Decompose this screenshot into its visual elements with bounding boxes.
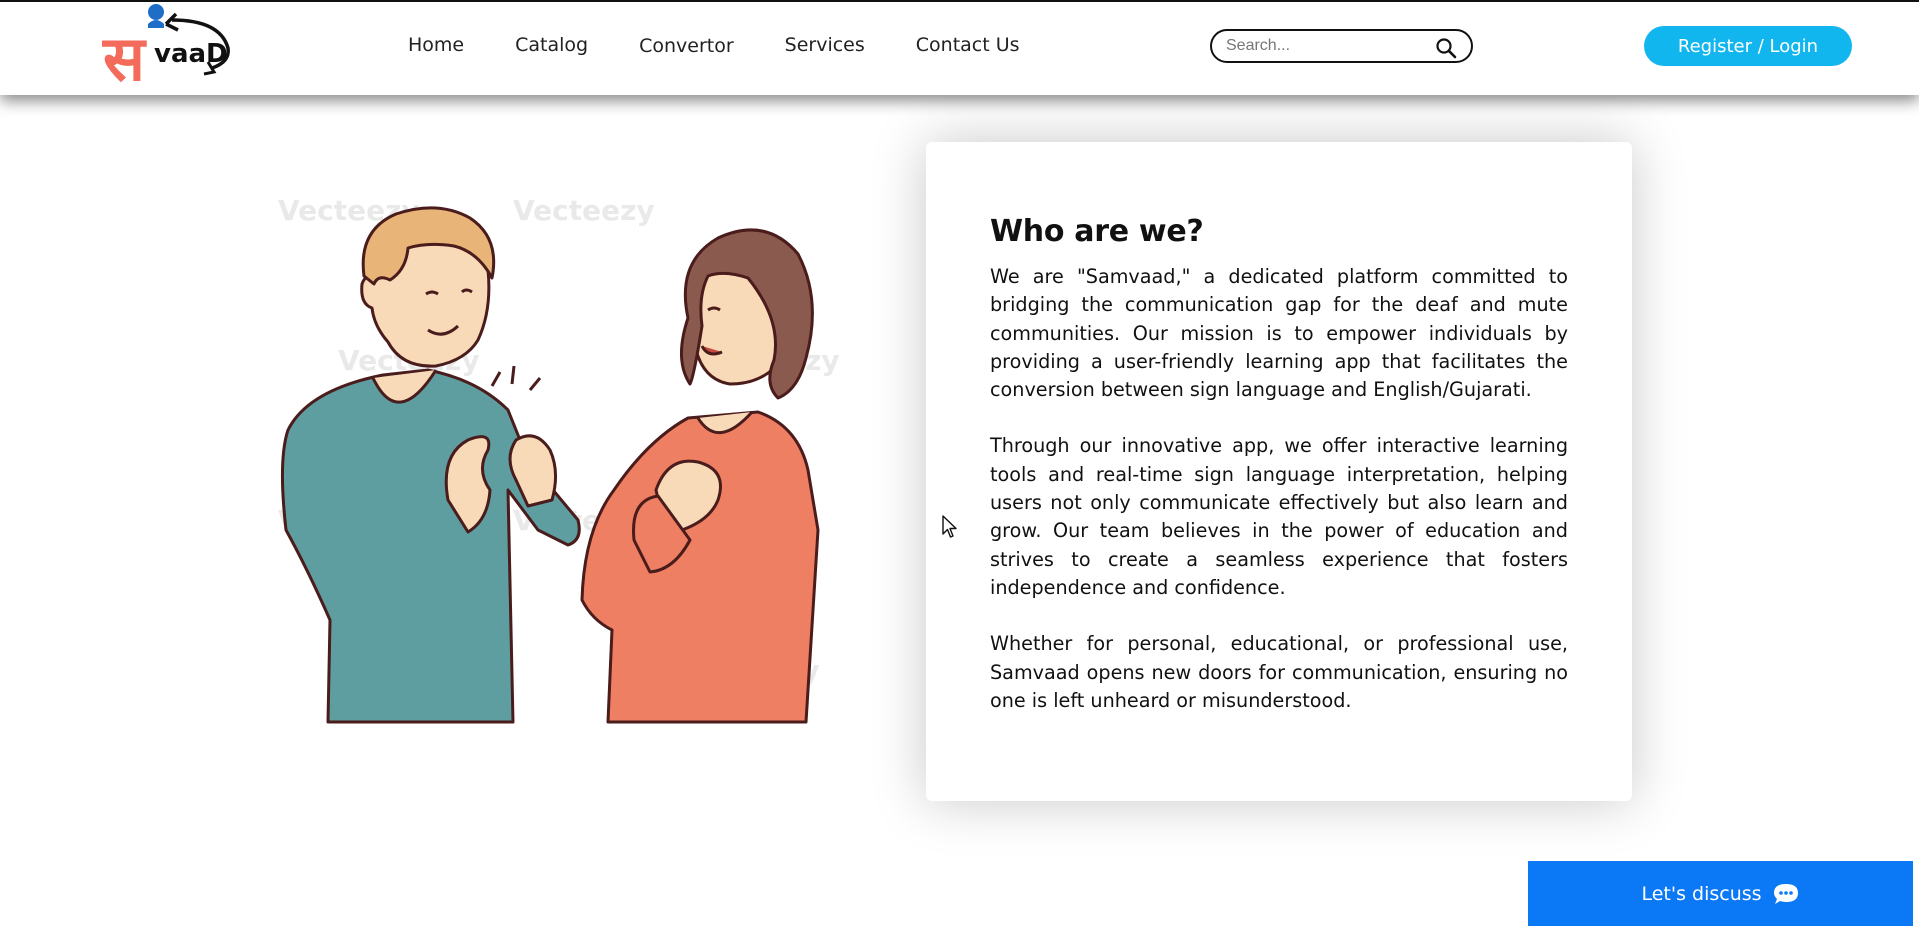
man-figure <box>280 206 581 724</box>
about-paragraph: Whether for personal, educational, or pr… <box>990 632 1568 712</box>
nav-services[interactable]: Services <box>785 34 865 56</box>
about-paragraph: Through our innovative app, we offer int… <box>990 434 1568 599</box>
nav-convertor[interactable]: Convertor <box>639 35 734 57</box>
page: स vaaD Home Catalog Convertor Services C… <box>0 0 1919 926</box>
register-login-button[interactable]: Register / Login <box>1644 26 1852 66</box>
mouse-cursor-icon <box>942 515 957 538</box>
search-box <box>1210 29 1473 63</box>
site-header: स vaaD Home Catalog Convertor Services C… <box>0 0 1919 95</box>
about-title: Who are we? <box>990 214 1204 249</box>
about-paragraph: We are "Samvaad," a dedicated platform c… <box>990 265 1568 402</box>
watermark-text: Vecteezy <box>513 200 655 227</box>
samvaad-logo[interactable]: स vaaD <box>100 2 235 95</box>
chat-bubble-icon <box>1773 883 1798 904</box>
sign-language-illustration: Vecteezy Vecteezy Vecteezy Vecteezy Vect… <box>278 194 868 730</box>
nav-home[interactable]: Home <box>408 34 464 56</box>
search-input[interactable] <box>1226 37 1426 55</box>
search-icon[interactable] <box>1435 37 1457 59</box>
nav-catalog[interactable]: Catalog <box>515 34 588 56</box>
about-card: Who are we? We are "Samvaad," a dedicate… <box>926 142 1632 801</box>
nav-contact-us[interactable]: Contact Us <box>916 34 1020 56</box>
lets-discuss-label: Let's discuss <box>1641 882 1762 905</box>
main-nav: Home Catalog Convertor Services Contact … <box>408 32 1071 58</box>
woman-figure <box>580 228 820 724</box>
logo-letter: स <box>102 22 147 92</box>
lets-discuss-button[interactable]: Let's discuss <box>1528 861 1913 926</box>
